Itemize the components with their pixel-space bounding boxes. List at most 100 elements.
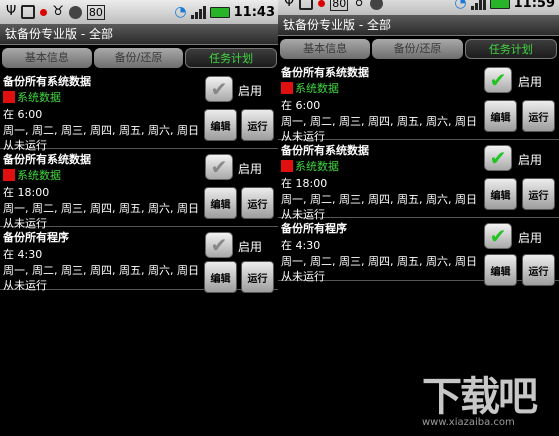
task-days: 周一, 周二, 周三, 周四, 周五, 周六, 周日 [3,124,199,137]
check-icon: ✔ [210,77,228,101]
task-item: 备份所有系统数据 系统数据 在 6:00 周一, 周二, 周三, 周四, 周五,… [0,71,279,152]
task-name: 备份所有程序 [3,231,69,244]
battery-icon [209,6,230,18]
wifi-icon: ◔ [454,0,467,11]
watermark-logo: 下载吧 www.xiazaiba.com [422,375,552,433]
task-tag-label: 系统数据 [17,169,61,182]
clock: 11:59 [513,0,555,11]
tab-schedule[interactable]: 任务计划 [464,39,557,59]
android-icon: ♉ [52,4,64,19]
task-status: 从未运行 [281,270,325,283]
task-tag-label: 系统数据 [295,160,339,173]
enable-label: 启用 [518,75,543,89]
edit-button[interactable]: 编辑 [484,100,517,132]
edit-button[interactable]: 编辑 [204,261,237,293]
task-days: 周一, 周二, 周三, 周四, 周五, 周六, 周日 [281,193,477,206]
tab-basic-info[interactable]: 基本信息 [280,39,371,59]
watermark-logo-text: 下载吧 [422,374,538,420]
task-time: 在 4:30 [3,248,43,261]
screen-icon [299,0,314,10]
signal-icon [190,5,206,19]
app-title: 钛备份专业版 - 全部 [0,24,279,45]
task-name: 备份所有程序 [281,222,347,235]
clock: 11:43 [233,4,275,20]
screen-icon [21,5,36,19]
task-item: 备份所有系统数据 系统数据 在 18:00 周一, 周二, 周三, 周四, 周五… [0,149,279,230]
enable-checkbox[interactable]: ✔ [205,154,233,180]
enable-checkbox[interactable]: ✔ [205,232,233,258]
usb-icon: Ψ [6,4,17,19]
red-square-icon [3,91,15,103]
task-tag: 系统数据 [281,158,339,174]
tab-schedule[interactable]: 任务计划 [185,48,278,68]
run-button[interactable]: 运行 [241,109,274,141]
task-time: 在 6:00 [281,99,321,112]
watermark-url: www.xiazaiba.com [422,417,515,428]
task-status: 从未运行 [3,279,47,292]
enable-checkbox[interactable]: ✔ [484,67,512,93]
enable-label: 启用 [518,231,543,245]
red-dot-icon [318,0,326,7]
task-days: 周一, 周二, 周三, 周四, 周五, 周六, 周日 [281,115,477,128]
tab-backup-restore[interactable]: 备份/还原 [372,39,463,59]
battery-80-icon: 80 [330,0,349,11]
enable-checkbox[interactable]: ✔ [484,145,512,171]
status-bar: Ψ 80 ♉ ◔ 11:59 [278,0,559,15]
red-dot-icon [40,8,48,16]
task-days: 周一, 周二, 周三, 周四, 周五, 周六, 周日 [281,255,477,268]
usb-icon: Ψ [284,0,295,10]
enable-label: 启用 [238,162,263,176]
task-item: 备份所有程序 在 4:30 周一, 周二, 周三, 周四, 周五, 周六, 周日… [0,227,279,293]
check-icon: ✔ [489,224,507,248]
edit-button[interactable]: 编辑 [204,109,237,141]
battery-icon [489,0,510,9]
run-button[interactable]: 运行 [522,100,555,132]
task-item: 备份所有系统数据 系统数据 在 18:00 周一, 周二, 周三, 周四, 周五… [278,140,559,221]
task-item: 备份所有程序 在 4:30 周一, 周二, 周三, 周四, 周五, 周六, 周日… [278,218,559,286]
battery-80-icon: 80 [86,4,105,20]
check-icon: ✔ [489,146,507,170]
enable-checkbox[interactable]: ✔ [205,76,233,102]
tab-bar: 基本信息 备份/还原 任务计划 [0,45,279,71]
check-icon: ✔ [210,233,228,257]
android-icon: ♉ [353,0,365,10]
edit-button[interactable]: 编辑 [484,254,517,286]
task-tag-label: 系统数据 [295,82,339,95]
task-tag: 系统数据 [3,89,61,105]
task-time: 在 18:00 [281,177,328,190]
wifi-icon: ◔ [174,4,187,20]
circle-icon [369,0,383,10]
task-time: 在 4:30 [281,239,321,252]
enable-checkbox[interactable]: ✔ [484,223,512,249]
run-button[interactable]: 运行 [522,178,555,210]
task-name: 备份所有系统数据 [3,75,91,88]
task-name: 备份所有系统数据 [281,66,369,79]
check-icon: ✔ [210,155,228,179]
phone-screen-right: Ψ 80 ♉ ◔ 11:59 钛备份专业版 - 全部 基本信息 备份/还原 任务… [278,0,559,436]
task-time: 在 18:00 [3,186,50,199]
red-square-icon [281,82,293,94]
tab-bar: 基本信息 备份/还原 任务计划 [278,36,559,62]
tab-backup-restore[interactable]: 备份/还原 [93,48,184,68]
signal-icon [470,0,486,10]
task-tag: 系统数据 [3,167,61,183]
task-tag: 系统数据 [281,80,339,96]
task-time: 在 6:00 [3,108,43,121]
enable-label: 启用 [238,240,263,254]
phone-screen-left: Ψ ♉ 80 ◔ 11:43 钛备份专业版 - 全部 基本信息 备份/还原 任务… [0,0,279,436]
task-days: 周一, 周二, 周三, 周四, 周五, 周六, 周日 [3,264,199,277]
enable-label: 启用 [518,153,543,167]
task-item: 备份所有系统数据 系统数据 在 6:00 周一, 周二, 周三, 周四, 周五,… [278,62,559,143]
run-button[interactable]: 运行 [522,254,555,286]
task-tag-label: 系统数据 [17,91,61,104]
run-button[interactable]: 运行 [241,261,274,293]
enable-label: 启用 [238,84,263,98]
run-button[interactable]: 运行 [241,187,274,219]
check-icon: ✔ [489,68,507,92]
task-name: 备份所有系统数据 [281,144,369,157]
circle-icon [68,5,82,19]
tab-basic-info[interactable]: 基本信息 [2,48,92,68]
red-square-icon [281,160,293,172]
edit-button[interactable]: 编辑 [204,187,237,219]
edit-button[interactable]: 编辑 [484,178,517,210]
